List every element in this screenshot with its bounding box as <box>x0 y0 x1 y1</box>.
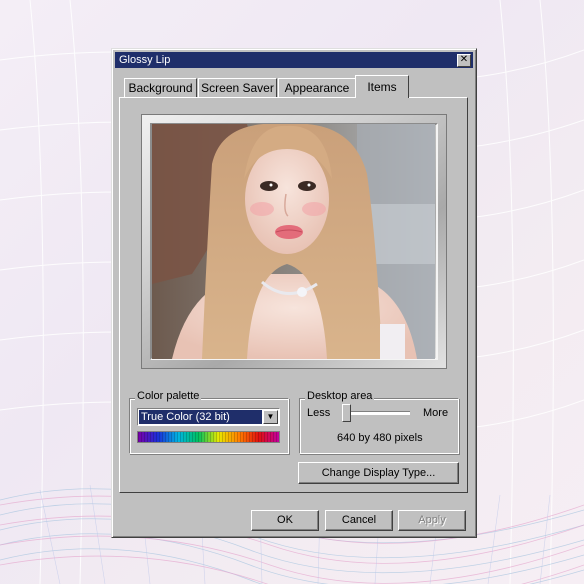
close-icon[interactable]: ✕ <box>457 54 471 67</box>
tab-background[interactable]: Background <box>124 78 197 97</box>
resolution-slider-thumb[interactable] <box>342 404 351 422</box>
color-palette-label: Color palette <box>135 390 202 402</box>
change-display-type-button[interactable]: Change Display Type... <box>298 462 459 484</box>
resolution-slider-track[interactable] <box>342 411 410 415</box>
color-palette-select[interactable]: True Color (32 bit) ▼ <box>137 408 280 426</box>
apply-button[interactable]: Apply <box>398 510 466 531</box>
resolution-value: 640 by 480 pixels <box>337 432 423 444</box>
desktop-area-label: Desktop area <box>305 390 375 402</box>
cancel-button[interactable]: Cancel <box>325 510 393 531</box>
ok-button[interactable]: OK <box>251 510 319 531</box>
slider-less-label: Less <box>307 407 331 419</box>
tab-appearance[interactable]: Appearance <box>278 78 356 97</box>
color-palette-value: True Color (32 bit) <box>139 410 262 424</box>
tab-items[interactable]: Items <box>355 75 409 98</box>
chevron-down-icon[interactable]: ▼ <box>263 410 278 424</box>
tab-screen-saver[interactable]: Screen Saver <box>198 78 277 97</box>
slider-more-label: More <box>423 407 449 419</box>
color-spectrum-bar <box>137 431 280 443</box>
window-title: Glossy Lip <box>119 54 171 66</box>
preview-photo <box>152 124 435 359</box>
color-palette-group <box>129 398 289 454</box>
title-bar[interactable]: Glossy Lip ✕ <box>115 52 473 68</box>
